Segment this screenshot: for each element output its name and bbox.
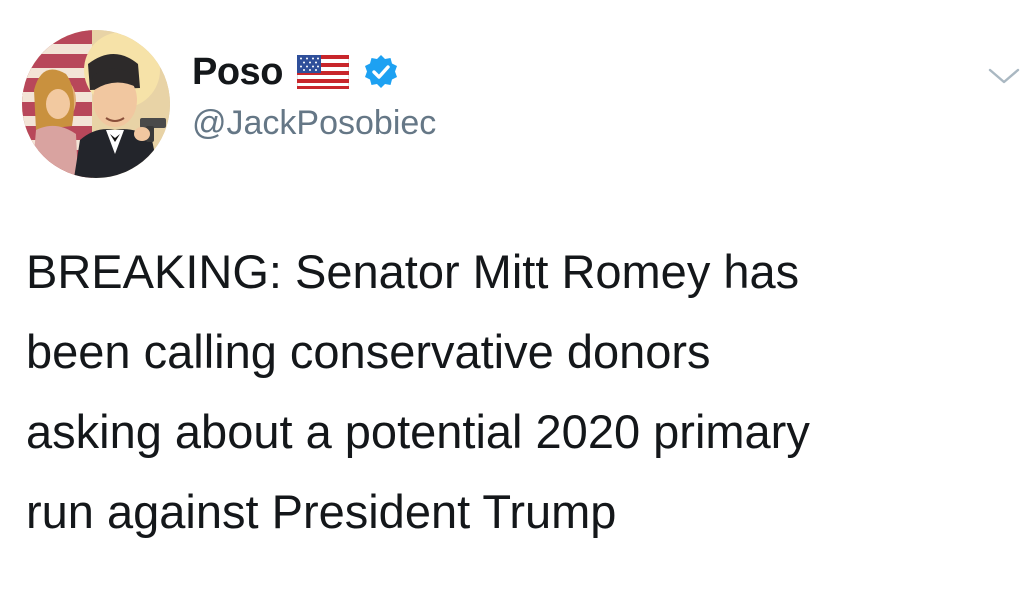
tweet-text: BREAKING: Senator Mitt Romey has been ca…: [26, 245, 810, 538]
us-flag-icon: [296, 54, 350, 90]
display-name[interactable]: Poso: [192, 51, 283, 94]
avatar-illustration: [22, 30, 170, 178]
author-handle[interactable]: @JackPosobiec: [192, 104, 436, 143]
verified-badge-icon: [363, 54, 399, 90]
tweet-card: Poso @JackPosobiec BREAKING: Senator Mit…: [0, 0, 1024, 590]
chevron-down-icon[interactable]: [984, 62, 1024, 90]
avatar[interactable]: [22, 30, 170, 178]
author-name-row: Poso: [192, 46, 399, 98]
